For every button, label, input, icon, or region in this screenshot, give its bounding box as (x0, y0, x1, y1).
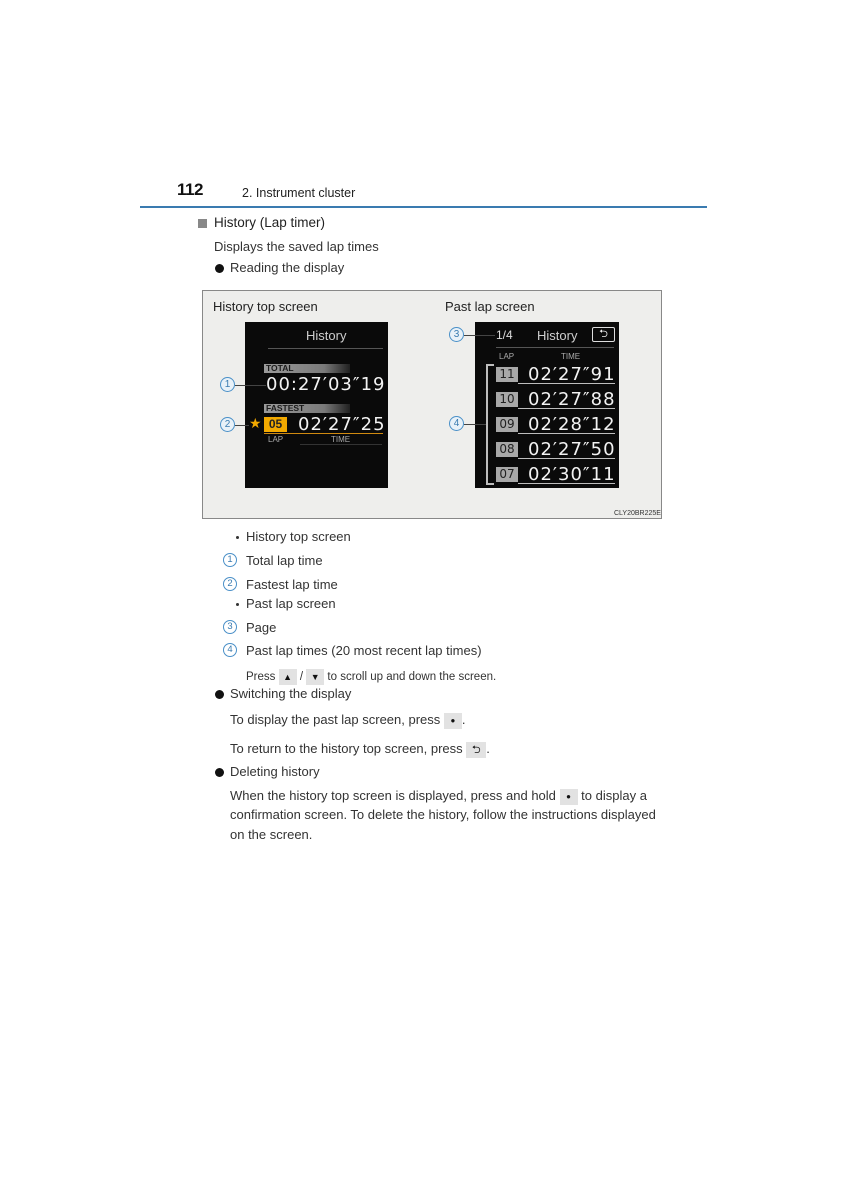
legend-num-3: 3 (223, 620, 237, 634)
down-arrow-icon: ▼ (306, 669, 325, 685)
row-underline (518, 408, 615, 409)
legend-past-lap-times: Past lap times (20 most recent lap times… (246, 643, 482, 658)
bullet-icon (215, 690, 224, 699)
lap-time: 02′27″91 (528, 364, 616, 385)
deleting-line-3: on the screen. (230, 827, 313, 842)
scroll-note-separator: / (299, 671, 304, 684)
callout-3: 3 (449, 327, 464, 342)
sub-bullet-icon (236, 536, 239, 539)
callout-2-line (235, 425, 249, 426)
callout-3-line (464, 335, 495, 336)
deleting-line-1-text: When the history top screen is displayed… (230, 788, 556, 803)
back-button-icon: ⮌ (466, 741, 487, 758)
lap-time: 02′27″88 (528, 389, 616, 410)
callout-1: 1 (220, 377, 235, 392)
history-top-screen-label: History top screen (213, 299, 318, 314)
deleting-line-1: When the history top screen is displayed… (230, 788, 647, 805)
deleting-bullet: Deleting history (230, 764, 320, 779)
lap-number: 11 (496, 367, 518, 382)
page-number: 112 (177, 180, 203, 199)
total-label: TOTAL (264, 364, 350, 373)
lap-header: LAP (499, 352, 515, 361)
lap-time: 02′30″11 (528, 464, 616, 485)
figure-code: CLY20BR225E (614, 510, 661, 517)
fastest-time: 02′27″25 (298, 414, 386, 435)
switching-line-2: To return to the history top screen, pre… (230, 741, 490, 758)
legend-num-1: 1 (223, 553, 237, 567)
deleting-line-2: confirmation screen. To delete the histo… (230, 807, 656, 822)
period: . (486, 741, 490, 756)
sub-bullet-icon (236, 603, 239, 606)
scroll-note: Press ▲ / ▼ to scroll up and down the sc… (246, 669, 496, 685)
lap-time: 02′27″50 (528, 439, 616, 460)
fastest-lap-number: 05 (264, 417, 287, 432)
up-arrow-icon: ▲ (278, 669, 297, 685)
row-underline (518, 483, 615, 484)
page-indicator: 1/4 (496, 328, 513, 342)
lap-time: 02′28″12 (528, 414, 616, 435)
callout-4-line (464, 424, 486, 425)
lap-number: 07 (496, 467, 518, 482)
star-icon: ★ (249, 415, 262, 431)
back-icon: ⮌ (592, 327, 615, 342)
total-time: 00:27′03″19 (266, 374, 386, 395)
legend-num-4: 4 (223, 643, 237, 657)
row-underline (518, 458, 615, 459)
row-underline (518, 433, 615, 434)
legend-group-history-top: History top screen (246, 529, 351, 544)
callout-2: 2 (220, 417, 235, 432)
lap-caption: LAP (268, 435, 284, 444)
deleting-line-1-suffix: to display a (581, 788, 647, 803)
reading-display-bullet: Reading the display (230, 260, 345, 275)
bullet-icon (215, 768, 224, 777)
title-divider-right (496, 347, 614, 348)
section-title: History (Lap timer) (214, 215, 326, 230)
rows-bracket (486, 364, 494, 485)
bullet-icon (215, 264, 224, 273)
switching-line-1: To display the past lap screen, press ●. (230, 712, 466, 729)
period: . (461, 712, 466, 727)
caption-divider (300, 444, 382, 445)
legend-total-lap-time: Total lap time (246, 553, 323, 568)
lap-number: 08 (496, 442, 518, 457)
legend-page: Page (246, 620, 277, 635)
callout-1-line (235, 385, 266, 386)
section-intro: Displays the saved lap times (214, 239, 379, 254)
fastest-underline (264, 433, 383, 434)
time-header: TIME (561, 352, 581, 361)
row-underline (518, 383, 615, 384)
chapter-title: 2. Instrument cluster (242, 186, 356, 200)
past-lap-title: History (537, 328, 578, 343)
fastest-label: FASTEST (264, 404, 350, 413)
enter-button-icon: ● (443, 712, 462, 729)
title-divider (268, 348, 383, 349)
legend-fastest-lap-time: Fastest lap time (246, 577, 338, 592)
switching-line-2-text: To return to the history top screen, pre… (230, 741, 463, 756)
callout-4: 4 (449, 416, 464, 431)
section-square-icon (198, 219, 207, 228)
lap-number: 10 (496, 392, 518, 407)
history-top-title: History (306, 328, 347, 343)
legend-group-past-lap: Past lap screen (246, 596, 336, 611)
scroll-note-suffix: to scroll up and down the screen. (327, 671, 497, 684)
header-rule (140, 206, 707, 208)
switching-line-1-text: To display the past lap screen, press (230, 712, 441, 727)
scroll-note-prefix: Press (246, 671, 276, 684)
lap-number: 09 (496, 417, 518, 432)
time-caption: TIME (331, 435, 351, 444)
legend-num-2: 2 (223, 577, 237, 591)
past-lap-screen-label: Past lap screen (445, 299, 535, 314)
switching-bullet: Switching the display (230, 686, 352, 701)
enter-button-icon: ● (559, 788, 578, 805)
